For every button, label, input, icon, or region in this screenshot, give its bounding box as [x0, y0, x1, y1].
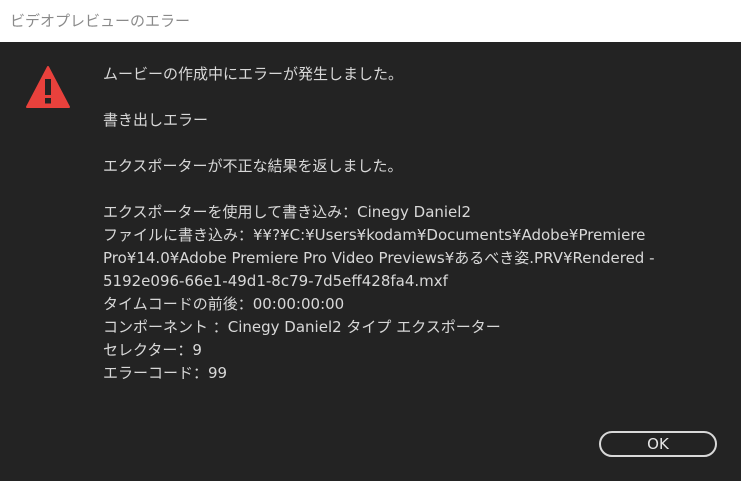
detail-component: コンポーネント ：Cinegy Daniel2 タイプ エクスポーター	[103, 318, 501, 336]
detail-timecode: タイムコードの前後：00:00:00:00	[103, 295, 345, 313]
detail-selector: セレクター：9	[103, 341, 202, 359]
message-area: ムービーの作成中にエラーが発生しました。 書き出しエラー エクスポーターが不正な…	[103, 63, 723, 385]
error-dialog: ビデオプレビューのエラー ムービーの作成中にエラーが発生しました。 書き出しエラ…	[0, 0, 741, 481]
error-type: 書き出しエラー	[103, 111, 209, 129]
warning-icon	[24, 63, 72, 111]
detail-error-code: エラーコード：99	[103, 364, 228, 382]
title-bar[interactable]: ビデオプレビューのエラー	[0, 0, 741, 42]
main-message: ムービーの作成中にエラーが発生しました。	[103, 65, 404, 83]
detail-file-path-1: ファイルに書き込み：¥¥?¥C:¥Users¥kodam¥Documents¥A…	[103, 226, 646, 244]
exporter-result-message: エクスポーターが不正な結果を返しました。	[103, 157, 403, 175]
dialog-title: ビデオプレビューのエラー	[10, 12, 191, 30]
detail-file-path-2: Pro¥14.0¥Adobe Premiere Pro Video Previe…	[103, 249, 655, 267]
ok-button[interactable]: OK	[599, 431, 717, 457]
detail-exporter: エクスポーターを使用して書き込み：Cinegy Daniel2	[103, 203, 472, 221]
detail-file-path-3: 5192e096-66e1-49d1-8c79-7d5eff428fa4.mxf	[103, 272, 448, 290]
